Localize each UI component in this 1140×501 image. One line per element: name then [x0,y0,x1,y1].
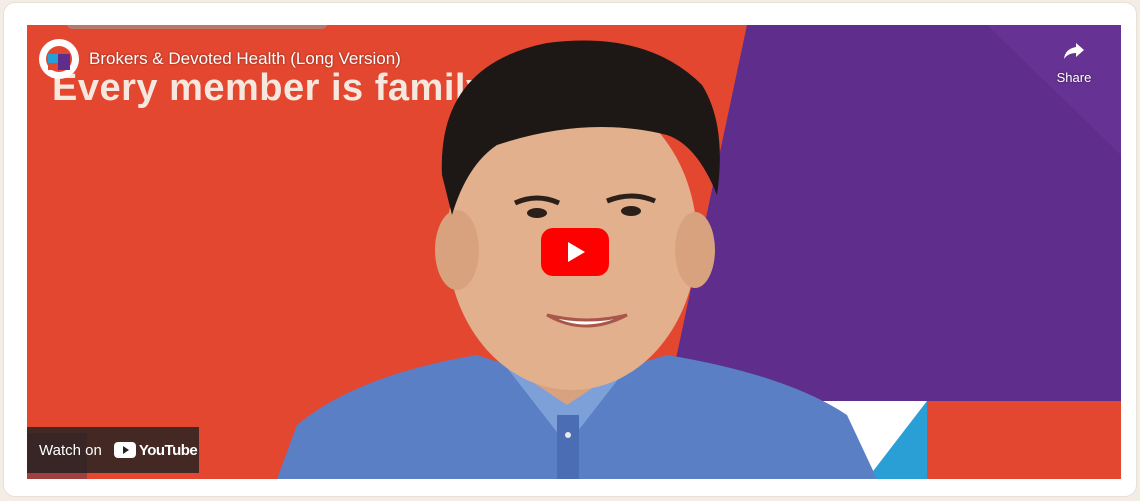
youtube-player[interactable]: Every member is family Brokers & Devoted… [27,25,1121,479]
video-title[interactable]: Brokers & Devoted Health (Long Version) [89,49,401,69]
channel-avatar[interactable] [39,39,79,79]
share-label: Share [1056,70,1092,85]
video-title-bar: Brokers & Devoted Health (Long Version) [39,39,401,79]
watch-on-youtube-button[interactable]: Watch on YouTube [27,427,199,473]
play-button[interactable] [541,228,609,276]
youtube-logo: YouTube [113,441,198,459]
youtube-logo-icon [113,442,136,458]
watch-on-label: Watch on [39,441,102,459]
share-arrow-icon [1064,43,1084,59]
devoted-health-logo-icon [46,46,72,72]
share-button[interactable]: Share [1049,41,1099,85]
youtube-wordmark: YouTube [138,441,198,459]
youtube-play-icon [541,228,609,276]
video-embed-card: Every member is family Brokers & Devoted… [3,2,1137,497]
